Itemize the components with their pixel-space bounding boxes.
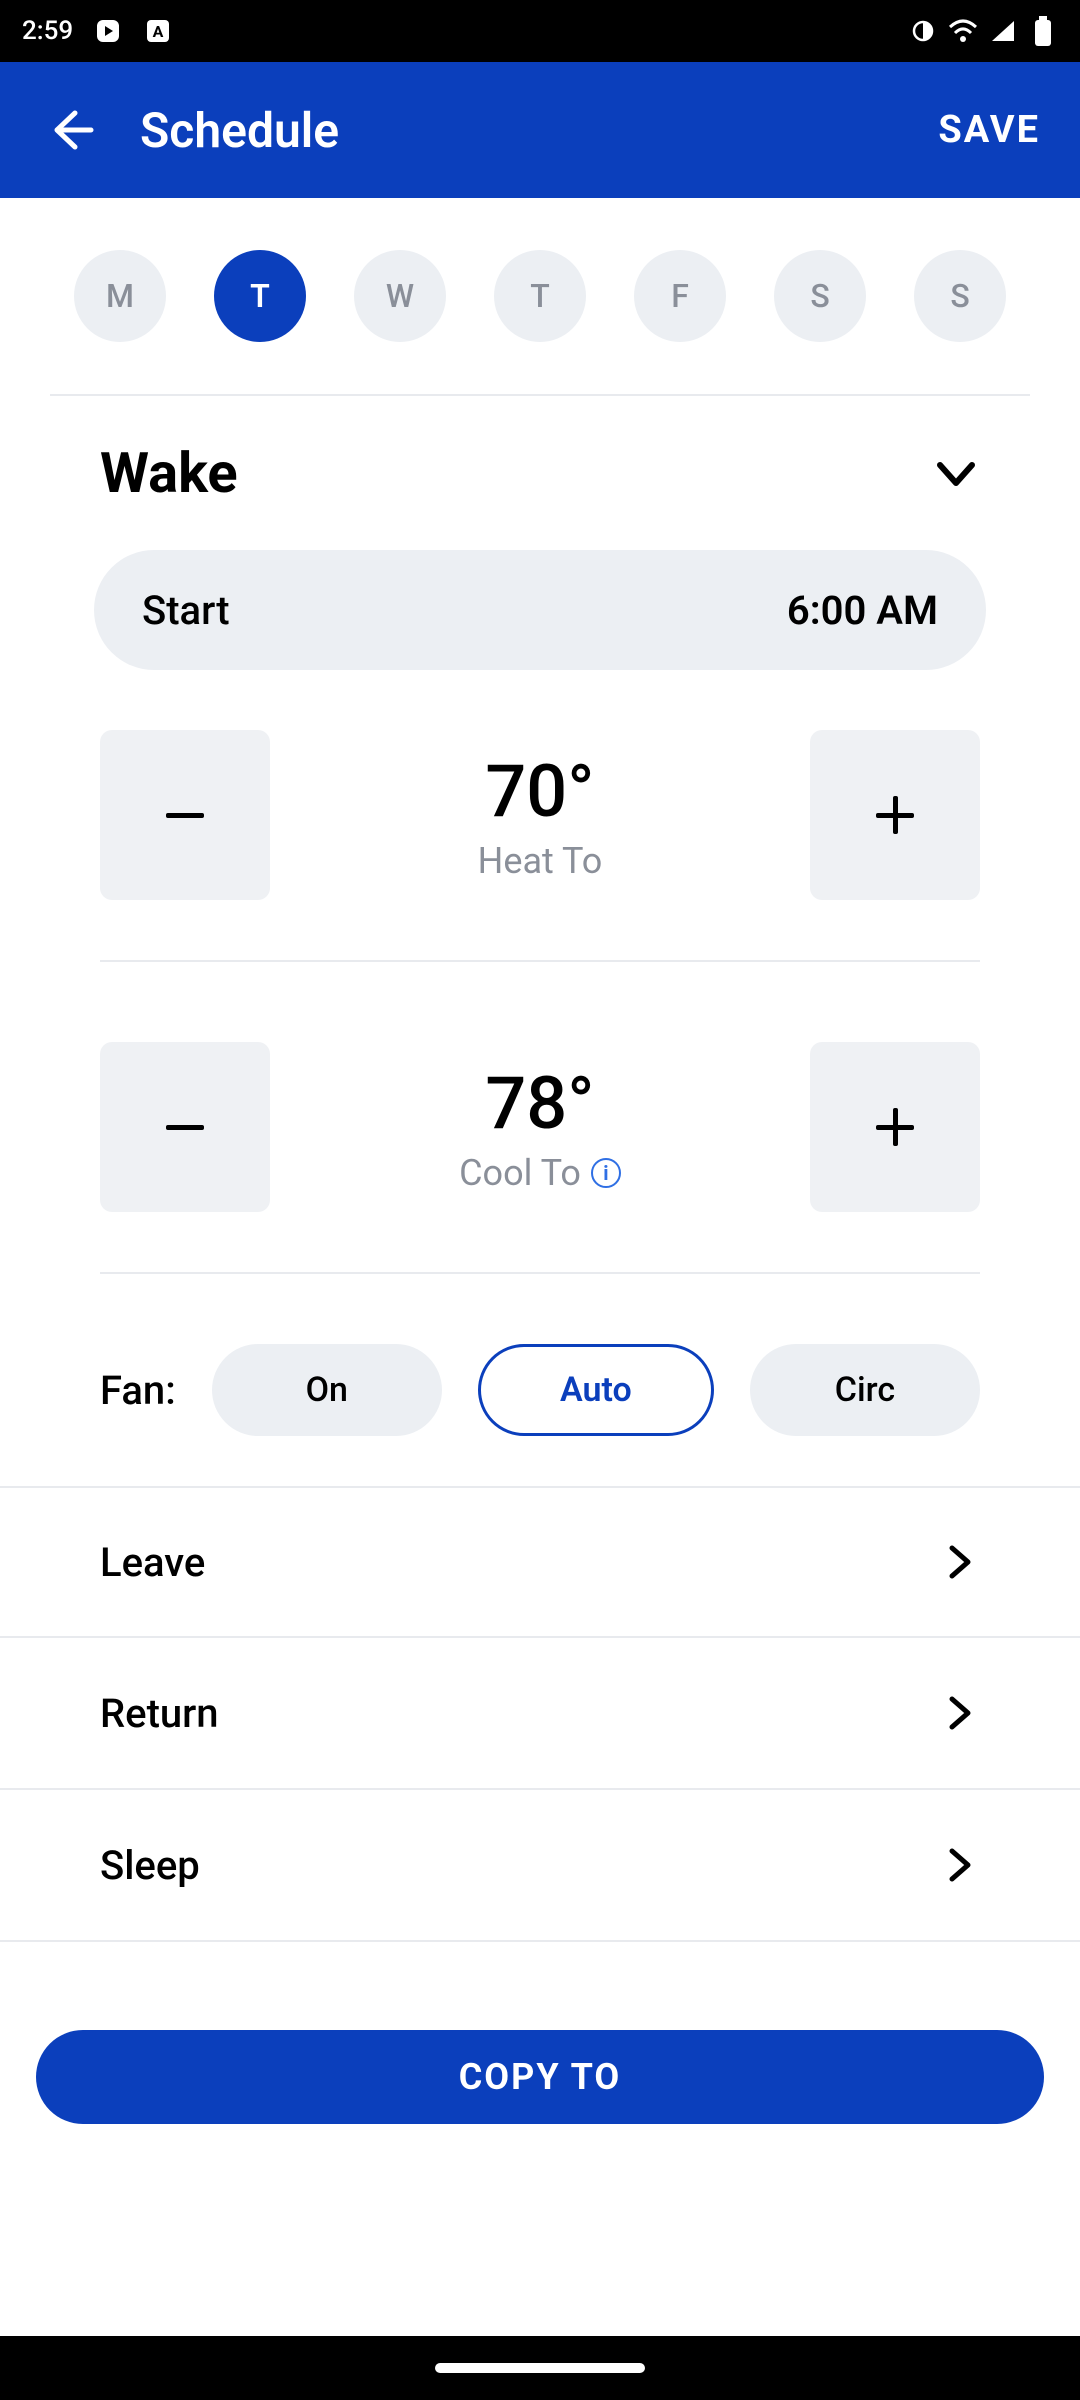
heat-temp-value: 70°: [485, 749, 594, 834]
save-button[interactable]: SAVE: [938, 108, 1040, 152]
status-bar: 2:59 A: [0, 0, 1080, 62]
svg-text:A: A: [153, 22, 164, 41]
round-play-icon: [93, 16, 123, 46]
fan-option-auto[interactable]: Auto: [478, 1344, 714, 1436]
app-header: Schedule SAVE: [0, 62, 1080, 198]
signal-icon: [988, 16, 1018, 46]
day-saturday[interactable]: S: [774, 250, 866, 342]
cool-temp-display: 78° Cool To i: [270, 1061, 810, 1194]
minus-icon: [158, 788, 212, 842]
theme-icon: [908, 16, 938, 46]
chevron-right-icon: [940, 1542, 980, 1582]
start-time-row[interactable]: Start 6:00 AM: [94, 550, 986, 670]
period-sleep[interactable]: Sleep: [0, 1790, 1080, 1942]
fan-label: Fan:: [100, 1367, 176, 1414]
cool-to-block: 78° Cool To i: [0, 982, 1080, 1252]
wifi-icon: [948, 16, 978, 46]
nav-handle[interactable]: [435, 2363, 645, 2373]
chevron-down-icon: [932, 449, 980, 497]
divider: [100, 1272, 980, 1274]
day-sunday[interactable]: S: [914, 250, 1006, 342]
heat-plus-button[interactable]: [810, 730, 980, 900]
arrow-left-icon: [45, 105, 95, 155]
cool-label-text: Cool To: [459, 1152, 581, 1194]
cool-plus-button[interactable]: [810, 1042, 980, 1212]
day-monday[interactable]: M: [74, 250, 166, 342]
heat-to-block: 70° Heat To: [0, 670, 1080, 940]
square-a-icon: A: [143, 16, 173, 46]
period-return[interactable]: Return: [0, 1638, 1080, 1790]
battery-icon: [1028, 16, 1058, 46]
day-thursday[interactable]: T: [494, 250, 586, 342]
chevron-right-icon: [940, 1693, 980, 1733]
day-tuesday[interactable]: T: [214, 250, 306, 342]
copy-to-button[interactable]: COPY TO: [36, 2030, 1044, 2124]
plus-icon: [868, 788, 922, 842]
status-time: 2:59: [22, 16, 73, 46]
back-button[interactable]: [40, 100, 100, 160]
heat-temp-label: Heat To: [478, 840, 603, 882]
fan-option-circ[interactable]: Circ: [750, 1344, 980, 1436]
period-label: Sleep: [100, 1842, 200, 1889]
plus-icon: [868, 1100, 922, 1154]
day-selector: M T W T F S S: [0, 198, 1080, 394]
day-friday[interactable]: F: [634, 250, 726, 342]
status-left: 2:59 A: [22, 16, 173, 46]
heat-temp-display: 70° Heat To: [270, 749, 810, 882]
period-leave[interactable]: Leave: [0, 1486, 1080, 1638]
content-area: M T W T F S S Wake Start 6:00 AM: [0, 198, 1080, 2400]
wake-section-header[interactable]: Wake: [0, 396, 1080, 538]
system-nav-bar: [0, 2336, 1080, 2400]
day-wednesday[interactable]: W: [354, 250, 446, 342]
cool-temp-value: 78°: [485, 1061, 594, 1146]
cool-temp-label: Cool To i: [459, 1152, 621, 1194]
heat-minus-button[interactable]: [100, 730, 270, 900]
start-time-value: 6:00 AM: [787, 587, 938, 634]
fan-row: Fan: On Auto Circ: [0, 1294, 1080, 1486]
status-right: [908, 16, 1058, 46]
cool-minus-button[interactable]: [100, 1042, 270, 1212]
minus-icon: [158, 1100, 212, 1154]
fan-option-on[interactable]: On: [212, 1344, 442, 1436]
wake-title: Wake: [100, 440, 238, 506]
page-title: Schedule: [140, 102, 938, 159]
start-label: Start: [142, 587, 230, 634]
chevron-right-icon: [940, 1845, 980, 1885]
period-label: Leave: [100, 1539, 205, 1586]
divider: [100, 960, 980, 962]
info-icon[interactable]: i: [591, 1158, 621, 1188]
period-label: Return: [100, 1690, 219, 1737]
